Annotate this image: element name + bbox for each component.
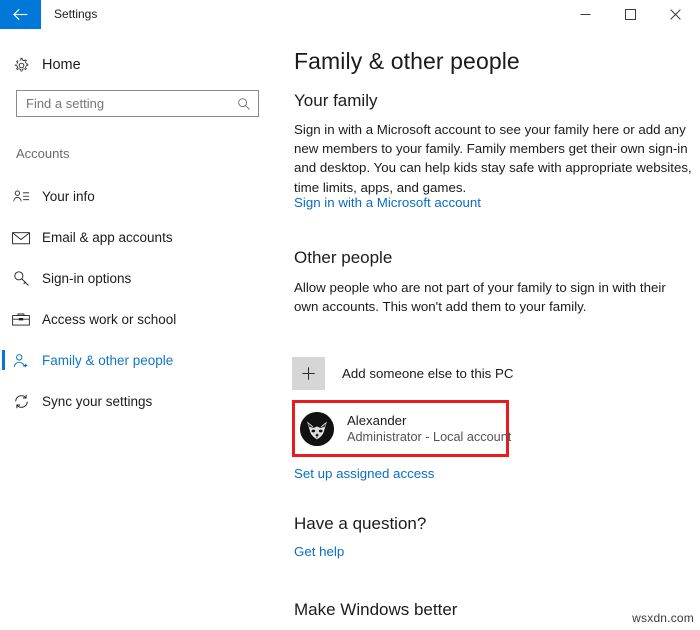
sidebar-item-family-other-people[interactable]: Family & other people xyxy=(0,340,286,381)
plus-icon xyxy=(292,357,325,390)
your-family-heading: Your family xyxy=(294,91,377,111)
back-arrow-icon xyxy=(12,8,29,21)
search-input[interactable] xyxy=(17,91,230,116)
search-box[interactable] xyxy=(16,90,259,117)
sidebar-item-home[interactable]: Home xyxy=(0,50,286,80)
person-info-icon xyxy=(0,189,42,204)
sync-icon xyxy=(0,393,42,410)
sidebar-item-label: Access work or school xyxy=(42,312,176,327)
window-title: Settings xyxy=(41,0,563,29)
sidebar-item-email-app-accounts[interactable]: Email & app accounts xyxy=(0,217,286,258)
sidebar-item-access-work-or-school[interactable]: Access work or school xyxy=(0,299,286,340)
maximize-button[interactable] xyxy=(608,0,653,29)
close-icon xyxy=(670,9,681,20)
page-title: Family & other people xyxy=(294,48,520,75)
minimize-button[interactable] xyxy=(563,0,608,29)
close-button[interactable] xyxy=(653,0,698,29)
add-someone-else-label: Add someone else to this PC xyxy=(325,366,513,381)
add-someone-else-button[interactable]: Add someone else to this PC xyxy=(292,355,513,392)
fox-avatar-icon xyxy=(300,412,334,446)
maximize-icon xyxy=(625,9,636,20)
briefcase-icon xyxy=(0,312,42,327)
other-people-description: Allow people who are not part of your fa… xyxy=(294,278,686,316)
sidebar-item-label: Your info xyxy=(42,189,95,204)
account-name: Alexander xyxy=(347,412,511,429)
sidebar: Home Accounts xyxy=(0,29,286,630)
watermark: wsxdn.com xyxy=(632,611,694,625)
account-text: Alexander Administrator - Local account xyxy=(334,412,511,446)
selection-indicator xyxy=(2,350,5,370)
user-account-alexander[interactable]: Alexander Administrator - Local account xyxy=(300,408,511,450)
have-a-question-heading: Have a question? xyxy=(294,514,426,534)
sidebar-item-label: Sign-in options xyxy=(42,271,131,286)
sidebar-item-label: Family & other people xyxy=(42,353,173,368)
back-button[interactable] xyxy=(0,0,41,29)
sidebar-item-sync-your-settings[interactable]: Sync your settings xyxy=(0,381,286,422)
gear-icon xyxy=(0,57,42,74)
sidebar-item-sign-in-options[interactable]: Sign-in options xyxy=(0,258,286,299)
sidebar-item-label: Sync your settings xyxy=(42,394,152,409)
title-bar: Settings xyxy=(0,0,700,29)
minimize-icon xyxy=(580,9,591,20)
make-windows-better-heading: Make Windows better xyxy=(294,600,457,620)
window-controls xyxy=(563,0,700,29)
person-add-icon xyxy=(0,353,42,369)
get-help-link[interactable]: Get help xyxy=(294,544,344,559)
sidebar-nav-list: Your info Email & app accounts xyxy=(0,176,286,422)
other-people-heading: Other people xyxy=(294,248,392,268)
envelope-icon xyxy=(0,231,42,245)
main-content: Family & other people Your family Sign i… xyxy=(286,29,700,630)
search-icon xyxy=(230,97,258,111)
sidebar-section-header: Accounts xyxy=(16,146,69,161)
your-family-description: Sign in with a Microsoft account to see … xyxy=(294,120,692,197)
sign-in-microsoft-account-link[interactable]: Sign in with a Microsoft account xyxy=(294,195,481,210)
account-details: Administrator - Local account xyxy=(347,429,511,446)
set-up-assigned-access-link[interactable]: Set up assigned access xyxy=(294,466,434,481)
sidebar-item-your-info[interactable]: Your info xyxy=(0,176,286,217)
sidebar-item-label: Email & app accounts xyxy=(42,230,173,245)
sidebar-home-label: Home xyxy=(42,57,81,73)
key-icon xyxy=(0,270,42,287)
settings-window: Settings xyxy=(0,0,700,630)
